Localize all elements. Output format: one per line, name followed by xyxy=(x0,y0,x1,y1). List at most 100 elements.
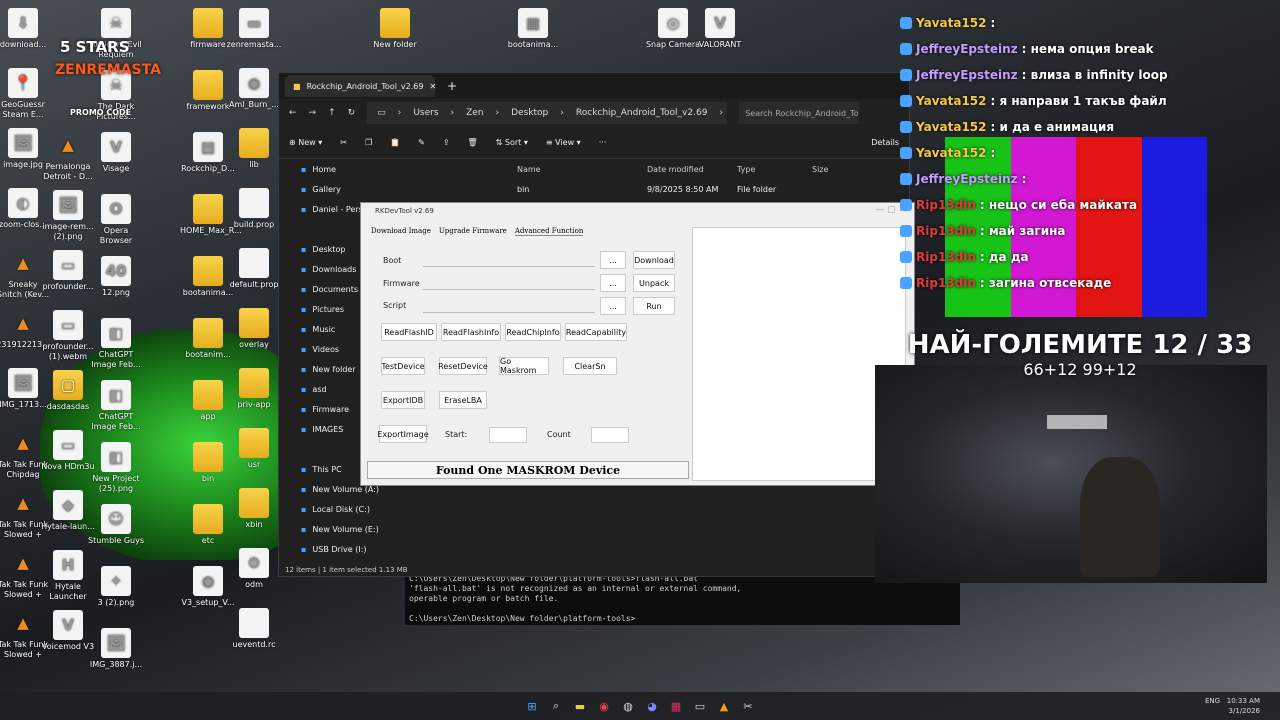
cut-icon[interactable]: ✂ xyxy=(340,138,347,147)
paste-icon[interactable]: 📋 xyxy=(390,138,400,147)
clearsn-button[interactable]: ClearSn xyxy=(563,357,617,375)
desktop-icon[interactable]: lib xyxy=(226,128,282,170)
forward-arrow-icon[interactable]: → xyxy=(309,108,317,118)
desktop-icon[interactable]: overlay xyxy=(226,308,282,350)
firmware-browse-button[interactable]: ... xyxy=(600,274,626,292)
chat-username[interactable]: JeffreyEpsteinz xyxy=(916,68,1018,82)
start-input[interactable] xyxy=(489,427,527,443)
readflashid-button[interactable]: ReadFlashID xyxy=(381,323,437,341)
up-arrow-icon[interactable]: ↑ xyxy=(328,108,336,118)
readcapability-button[interactable]: ReadCapability xyxy=(565,323,627,341)
details-button[interactable]: Details xyxy=(871,138,899,147)
tab-download-image[interactable]: Download Image xyxy=(371,227,431,236)
desktop-icon[interactable]: usr xyxy=(226,428,282,470)
script-path-field[interactable] xyxy=(423,299,595,313)
search-icon[interactable]: ⌕ xyxy=(547,697,565,715)
exportidb-button[interactable]: ExportIDB xyxy=(381,391,425,409)
desktop-icon[interactable]: ⬇ download... xyxy=(0,8,51,50)
breadcrumb[interactable]: ▭ › Users › Zen › Desktop › Rockchip_Android… xyxy=(367,102,728,124)
desktop-icon[interactable]: ▦ bootanima... xyxy=(505,8,561,50)
desktop-icon[interactable]: ✦ 3 (2).png xyxy=(88,566,144,608)
desktop-icon[interactable]: V Visage xyxy=(88,132,144,174)
discord-icon[interactable]: ◕ xyxy=(643,697,661,715)
chat-username[interactable]: Yavata152 xyxy=(916,16,987,30)
column-name[interactable]: Name xyxy=(497,165,647,174)
file-explorer-icon[interactable]: ▬ xyxy=(571,697,589,715)
desktop-icon[interactable]: 📍 GeoGuessr Steam E... xyxy=(0,68,51,120)
tab-upgrade-firmware[interactable]: Upgrade Firmware xyxy=(439,227,507,236)
desktop-icon[interactable]: ◧ ChatGPT Image Feb... xyxy=(88,380,144,432)
search-input[interactable]: Search Rockchip_Android_Too xyxy=(739,102,860,124)
firmware-path-field[interactable] xyxy=(423,276,595,290)
rename-icon[interactable]: ✎ xyxy=(418,138,425,147)
desktop-icon[interactable]: V VALORANT xyxy=(692,8,748,50)
count-input[interactable] xyxy=(591,427,629,443)
chrome-icon[interactable]: ◉ xyxy=(595,697,613,715)
breadcrumb-item[interactable]: Rockchip_Android_Tool_v2.69 xyxy=(576,108,708,118)
eraselba-button[interactable]: EraseLBA xyxy=(439,391,487,409)
breadcrumb-item[interactable]: Users xyxy=(413,108,438,118)
nav-item[interactable]: ▪ Home xyxy=(279,159,489,179)
desktop-icon[interactable]: priv-app xyxy=(226,368,282,410)
clock-date[interactable]: 3/1/2026 xyxy=(1229,707,1260,715)
vlc-icon[interactable]: ▲ xyxy=(715,697,733,715)
language-indicator[interactable]: ENG xyxy=(1205,697,1220,705)
delete-icon[interactable]: 🗑 xyxy=(468,138,478,147)
obs-icon[interactable]: ◍ xyxy=(619,697,637,715)
share-icon[interactable]: ⇪ xyxy=(443,138,450,147)
desktop-icon[interactable]: ueventd.rc xyxy=(226,608,282,650)
view-button[interactable]: ≡ View ▾ xyxy=(546,138,581,147)
chat-username[interactable]: Rip13din xyxy=(916,250,976,264)
gomaskrom-button[interactable]: Go Maskrom xyxy=(499,357,549,375)
system-tray[interactable]: ENG 10:33 AM 3/1/2026 xyxy=(1205,696,1260,716)
chat-username[interactable]: Yavata152 xyxy=(916,120,987,134)
desktop-icon[interactable]: default.prop xyxy=(226,248,282,290)
desktop-icon[interactable]: build.prop xyxy=(226,188,282,230)
clock-time[interactable]: 10:33 AM xyxy=(1227,697,1260,705)
nav-item[interactable]: ▪ USB Drive (I:) xyxy=(279,539,489,559)
breadcrumb-item[interactable]: Desktop xyxy=(511,108,548,118)
nav-item[interactable]: ▪ Local Disk (C:) xyxy=(279,499,489,519)
new-button[interactable]: ⊕ New ▾ xyxy=(289,138,322,147)
readchipinfo-button[interactable]: ReadChipInfo xyxy=(505,323,561,341)
terminal-icon[interactable]: ▭ xyxy=(691,697,709,715)
tab-advanced-function[interactable]: Advanced Function xyxy=(514,227,584,236)
chat-username[interactable]: Yavata152 xyxy=(916,94,987,108)
chat-username[interactable]: JeffreyEpsteinz xyxy=(916,42,1018,56)
close-icon[interactable]: ✕ xyxy=(429,82,436,91)
copy-icon[interactable]: ❐ xyxy=(365,138,372,147)
nav-item[interactable]: ▪ Gallery xyxy=(279,179,489,199)
testdevice-button[interactable]: TestDevice xyxy=(381,357,425,375)
script-browse-button[interactable]: ... xyxy=(600,297,626,315)
chat-username[interactable]: Rip13din xyxy=(916,276,976,290)
start-icon[interactable]: ⊞ xyxy=(523,697,541,715)
desktop-icon[interactable]: New folder xyxy=(367,8,423,50)
desktop-icon[interactable]: ◧ ChatGPT Image Feb... xyxy=(88,318,144,370)
column-date[interactable]: Date modified xyxy=(647,165,737,174)
desktop-icon[interactable]: xbin xyxy=(226,488,282,530)
desktop-icon[interactable]: ☺ Stumble Guys xyxy=(88,504,144,546)
desktop-icon[interactable]: ▬ zenremasta... xyxy=(226,8,282,50)
breadcrumb-item[interactable]: Zen xyxy=(466,108,483,118)
sort-button[interactable]: ⇅ Sort ▾ xyxy=(496,138,528,147)
boot-browse-button[interactable]: ... xyxy=(600,251,626,269)
desktop-icon[interactable]: ◧ New Project (25).png xyxy=(88,442,144,494)
app-icon[interactable]: ▦ xyxy=(667,697,685,715)
file-row[interactable]: bin 9/8/2025 8:50 AM File folder xyxy=(497,179,909,199)
desktop-icon[interactable]: ⚙ odm xyxy=(226,548,282,590)
chat-username[interactable]: JeffreyEpsteinz xyxy=(916,172,1018,186)
desktop-icon[interactable]: ◉ Aml_Burn_... xyxy=(226,68,282,110)
new-tab-icon[interactable]: + xyxy=(447,79,457,93)
snipping-icon[interactable]: ✂ xyxy=(739,697,757,715)
explorer-tab[interactable]: ■ Rockchip_Android_Tool_v2.69 ✕ xyxy=(285,75,436,97)
back-arrow-icon[interactable]: ← xyxy=(289,108,297,118)
desktop-icon[interactable]: 40 12.png xyxy=(88,256,144,298)
unpack-button[interactable]: Unpack xyxy=(633,274,675,292)
refresh-icon[interactable]: ↻ xyxy=(348,108,356,118)
download-button[interactable]: Download xyxy=(633,251,675,269)
run-button[interactable]: Run xyxy=(633,297,675,315)
chat-username[interactable]: Rip13din xyxy=(916,224,976,238)
boot-path-field[interactable] xyxy=(423,253,595,267)
resetdevice-button[interactable]: ResetDevice xyxy=(438,357,488,375)
column-size[interactable]: Size xyxy=(812,165,828,174)
